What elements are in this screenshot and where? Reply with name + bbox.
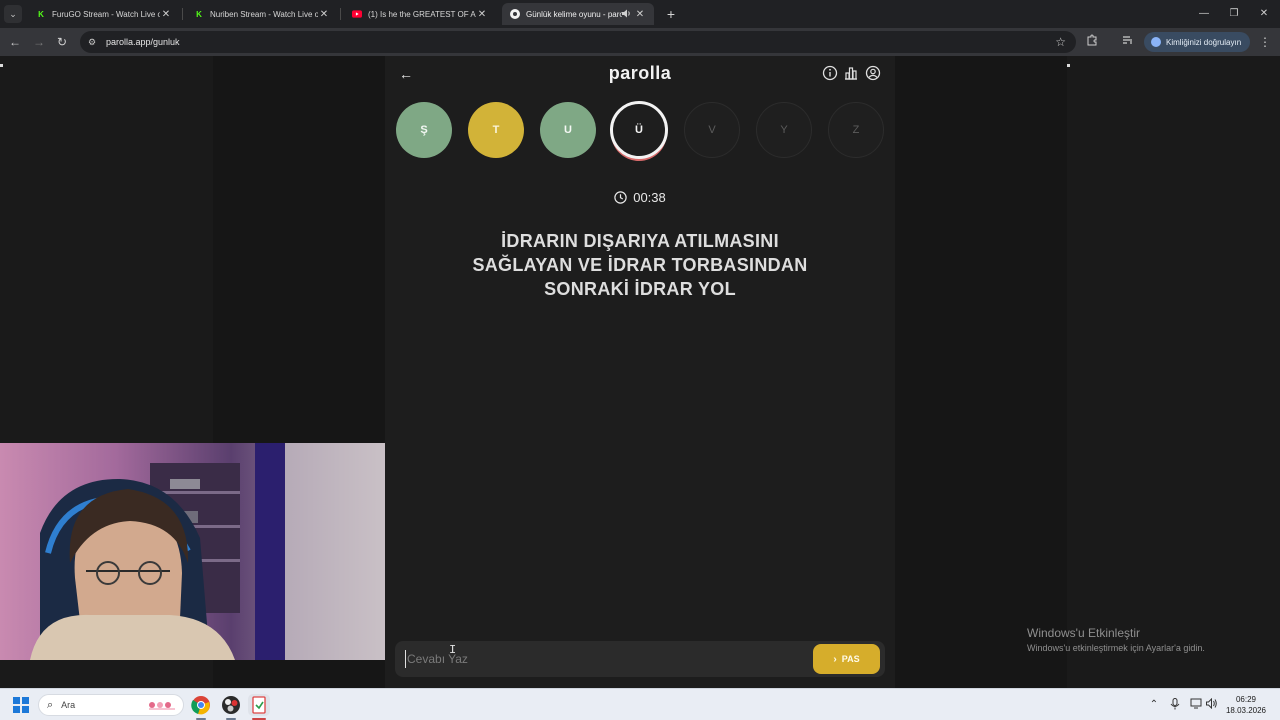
tab-divider <box>182 8 183 20</box>
close-tab-icon[interactable]: ✕ <box>476 9 488 20</box>
timer-value: 00:38 <box>633 190 666 205</box>
pass-label: PAS <box>841 654 860 664</box>
tab-title: FuruGO Stream - Watch Live on <box>52 9 160 19</box>
taskbar-search[interactable]: ⌕ Ara <box>38 694 184 716</box>
extensions-icon[interactable] <box>1084 34 1100 50</box>
clock-time: 06:29 <box>1235 695 1257 704</box>
letter-label: Ü <box>635 124 643 136</box>
restore-icon[interactable]: ❐ <box>1220 4 1248 24</box>
letter-label: Ş <box>420 124 428 136</box>
letter-label: Z <box>852 124 860 136</box>
network-icon[interactable] <box>1189 698 1203 712</box>
profile-label: Kimliğinizi doğrulayın <box>1166 37 1242 47</box>
search-highlight-icon <box>149 702 175 710</box>
letter-circle: Y <box>756 102 812 158</box>
microphone-icon[interactable] <box>1168 698 1182 712</box>
windows-start-icon[interactable] <box>13 697 29 713</box>
media-controls-icon[interactable] <box>1120 34 1136 50</box>
back-icon[interactable]: ← <box>6 33 24 51</box>
windows-taskbar: ⌕ Ara ⌃ 06:29 18.03.2026 <box>0 688 1280 720</box>
webcam-overlay <box>0 443 385 660</box>
close-window-icon[interactable]: ✕ <box>1250 4 1278 24</box>
pass-button[interactable]: › PAS <box>813 644 880 674</box>
app-taskbar-icon[interactable] <box>248 694 270 716</box>
letter-circle: U <box>540 102 596 158</box>
letter-circle: Z <box>828 102 884 158</box>
search-icon: ⌕ <box>47 698 54 711</box>
close-tab-icon[interactable]: ✕ <box>318 9 330 20</box>
browser-tab-nuriben[interactable]: K Nuriben Stream - Watch Live on ✕ <box>186 3 338 25</box>
chrome-taskbar-icon[interactable] <box>190 694 212 716</box>
taskbar-clock[interactable]: 06:29 18.03.2026 <box>1224 694 1268 716</box>
close-tab-icon[interactable]: ✕ <box>634 9 646 20</box>
timer: 00:38 <box>385 190 895 205</box>
answer-input[interactable] <box>405 650 805 668</box>
browser-menu-icon[interactable]: ⋮ <box>1258 34 1272 50</box>
corner-mark <box>0 64 3 67</box>
letter-label: Y <box>780 124 788 136</box>
corner-mark <box>1067 64 1070 67</box>
clock-icon <box>614 191 627 204</box>
right-background <box>1067 56 1280 688</box>
site-info-icon[interactable]: ⚙ <box>88 37 100 48</box>
webcam-image <box>0 443 385 660</box>
obs-taskbar-icon[interactable] <box>220 694 242 716</box>
question-line: SONRAKİ İDRAR YOL <box>544 279 736 299</box>
question-text: İDRARIN DIŞARIYA ATILMASINI SAĞLAYAN VE … <box>425 229 855 301</box>
letter-label: V <box>708 124 716 136</box>
profile-avatar-icon <box>1151 37 1161 47</box>
letter-track: Ş T U Ü V Y Z <box>385 101 895 162</box>
letter-circle: V <box>684 102 740 158</box>
close-tab-icon[interactable]: ✕ <box>160 9 172 20</box>
tab-title: (1) Is he the GREATEST OF ALL <box>368 9 476 19</box>
speaker-icon[interactable] <box>622 9 634 20</box>
new-tab-button[interactable]: + <box>664 5 678 23</box>
right-gutter <box>895 56 1067 688</box>
activation-watermark-title: Windows'u Etkinleştir <box>1027 626 1140 640</box>
browser-tab-parolla[interactable]: Günlük kelime oyunu - parolla ✕ <box>502 3 654 25</box>
profile-verify-button[interactable]: Kimliğinizi doğrulayın <box>1144 32 1250 52</box>
search-placeholder: Ara <box>61 700 76 710</box>
screen: ⌄ K FuruGO Stream - Watch Live on ✕ K Nu… <box>0 0 1280 720</box>
letter-circle: T <box>468 102 524 158</box>
stats-icon[interactable] <box>843 65 861 83</box>
text-cursor-icon: I <box>449 643 457 657</box>
browser-tab-youtube[interactable]: (1) Is he the GREATEST OF ALL ✕ <box>344 3 496 25</box>
clock-date: 18.03.2026 <box>1225 706 1267 715</box>
reload-icon[interactable]: ↻ <box>53 33 71 51</box>
tab-search-button[interactable]: ⌄ <box>4 5 22 23</box>
address-bar[interactable]: ⚙ parolla.app/gunluk ☆ <box>80 31 1076 53</box>
question-line: SAĞLAYAN VE İDRAR TORBASINDAN <box>472 255 808 275</box>
letter-label: U <box>564 124 572 136</box>
bookmark-star-icon[interactable]: ☆ <box>1055 35 1066 49</box>
kick-icon: K <box>38 9 44 19</box>
current-letter-circle: Ü <box>610 101 668 159</box>
profile-icon[interactable] <box>865 65 883 83</box>
app-logo: parolla <box>608 63 672 83</box>
minimize-icon[interactable]: — <box>1190 4 1218 24</box>
youtube-icon <box>352 9 362 19</box>
browser-tab-furugo[interactable]: K FuruGO Stream - Watch Live on ✕ <box>28 3 180 25</box>
browser-tab-strip: ⌄ K FuruGO Stream - Watch Live on ✕ K Nu… <box>0 0 1280 28</box>
letter-circle: Ş <box>396 102 452 158</box>
forward-icon[interactable]: → <box>30 33 48 51</box>
parolla-icon <box>510 9 520 19</box>
question-line: İDRARIN DIŞARIYA ATILMASINI <box>501 231 779 251</box>
tab-title: Günlük kelime oyunu - parolla <box>526 9 622 19</box>
activation-watermark-subtitle: Windows'u etkinleştirmek için Ayarlar'a … <box>1027 643 1205 653</box>
chevron-up-icon[interactable]: ⌃ <box>1147 698 1161 712</box>
tab-divider <box>340 8 341 20</box>
kick-icon: K <box>196 9 202 19</box>
letter-label: T <box>492 124 500 136</box>
info-icon[interactable] <box>822 65 840 83</box>
browser-toolbar: ← → ↻ ⚙ parolla.app/gunluk ☆ Kimliğinizi… <box>0 28 1280 56</box>
volume-icon[interactable] <box>1205 697 1219 712</box>
url-text: parolla.app/gunluk <box>106 37 180 47</box>
chevron-right-icon: › <box>833 653 837 665</box>
parolla-game: ← parolla Ş T U Ü V Y Z 00:38 İDRARIN DI… <box>385 56 895 688</box>
answer-bar: › PAS <box>395 641 885 677</box>
tab-title: Nuriben Stream - Watch Live on <box>210 9 318 19</box>
